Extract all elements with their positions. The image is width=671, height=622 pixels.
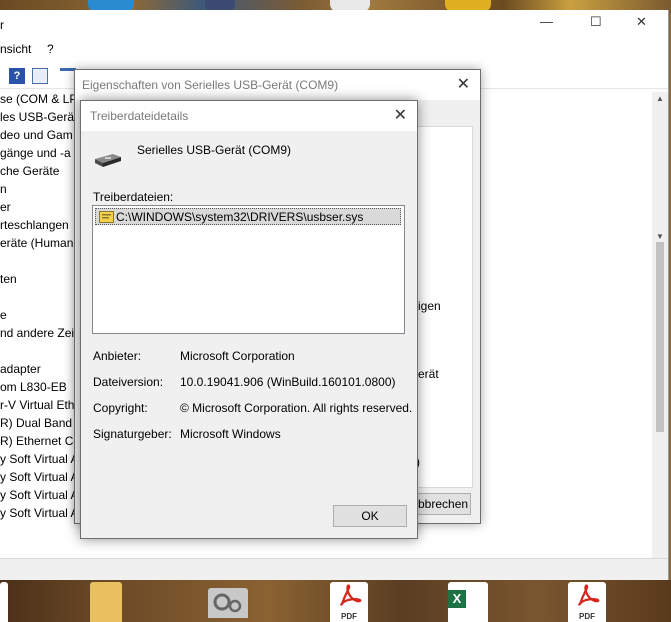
tree-item[interactable]: y Soft Virtual A [0, 452, 79, 466]
folder-icon[interactable] [90, 582, 122, 622]
window-title: r [0, 18, 4, 32]
copyright-label: Copyright: [93, 401, 148, 415]
close-icon[interactable]: ✕ [457, 74, 470, 94]
scroll-down-icon[interactable]: ▼ [656, 232, 664, 241]
status-bar [0, 558, 668, 581]
properties-icon[interactable] [32, 68, 48, 84]
tree-item[interactable]: y Soft Virtual A [0, 470, 79, 484]
copyright-value: © Microsoft Corporation. All rights rese… [180, 401, 413, 415]
scroll-thumb[interactable] [656, 242, 664, 432]
properties-titlebar: Eigenschaften von Serielles USB-Gerät (C… [75, 70, 480, 100]
taskbar: PDF X PDF [0, 580, 671, 622]
settings-icon[interactable] [208, 588, 248, 618]
cancel-button[interactable]: Abbrechen [409, 493, 471, 515]
clipped-text: igen [418, 299, 441, 313]
tree-item[interactable]: er [0, 200, 11, 214]
menu-view[interactable]: nsicht [0, 42, 31, 56]
device-manager-titlebar: r — ☐ ✕ [0, 10, 668, 40]
close-button[interactable]: ✕ [636, 14, 647, 30]
tree-item[interactable]: se (COM & LP [0, 92, 77, 106]
file-version-value: 10.0.19041.906 (WinBuild.160101.0800) [180, 375, 396, 389]
tree-item[interactable]: n [0, 182, 7, 196]
signer-label: Signaturgeber: [93, 427, 172, 441]
provider-label: Anbieter: [93, 349, 142, 363]
taskbar-app[interactable] [0, 582, 8, 622]
tree-item[interactable]: nd andere Zeig [0, 326, 81, 340]
tree-item[interactable]: R) Dual Band V [0, 416, 83, 430]
vertical-scrollbar[interactable]: ▲ ▼ [652, 92, 668, 562]
pdf-file-icon[interactable]: PDF [330, 582, 368, 622]
scroll-up-icon[interactable]: ▲ [656, 94, 664, 103]
list-item[interactable]: C:\WINDOWS\system32\DRIVERS\usbser.sys [95, 208, 401, 225]
tree-item[interactable]: eräte (Human [0, 236, 73, 250]
excel-icon: X [448, 590, 466, 608]
driver-file-icon [99, 211, 114, 223]
tree-item[interactable]: r-V Virtual Eth [0, 398, 74, 412]
provider-value: Microsoft Corporation [180, 349, 295, 363]
tree-item[interactable]: deo und Gam [0, 128, 73, 142]
tree-item[interactable]: les USB-Gerät [0, 110, 77, 124]
driver-details-dialog: Treiberdateidetails ✕ Serielles USB-Gerä… [80, 100, 418, 539]
tree-item[interactable]: rteschlangen [0, 218, 69, 232]
tree-item[interactable]: adapter [0, 362, 41, 376]
pdf-label: PDF [579, 612, 595, 621]
driver-files-label: Treiberdateien: [93, 190, 174, 204]
details-titlebar: Treiberdateidetails ✕ [81, 101, 417, 131]
file-version-label: Dateiversion: [93, 375, 164, 389]
usb-device-icon [95, 154, 121, 167]
tree-item[interactable]: e [0, 308, 7, 322]
signer-value: Microsoft Windows [180, 427, 281, 441]
device-name: Serielles USB-Gerät (COM9) [137, 143, 292, 157]
tree-item[interactable]: ten [0, 272, 17, 286]
tree-item[interactable]: R) Ethernet Co [0, 434, 80, 448]
ok-button[interactable]: OK [333, 505, 407, 527]
tree-item[interactable]: che Geräte [0, 164, 59, 178]
details-title: Treiberdateidetails [90, 109, 189, 123]
menu-help[interactable]: ? [47, 42, 54, 56]
driver-file-path: C:\WINDOWS\system32\DRIVERS\usbser.sys [116, 210, 364, 224]
tree-item[interactable]: om L830-EB [0, 380, 67, 394]
pdf-file-icon[interactable]: PDF [568, 582, 606, 622]
properties-panel: igen erät ) [409, 126, 473, 488]
clipped-text: erät [418, 367, 439, 381]
excel-file-icon[interactable]: X [448, 582, 488, 622]
minimize-button[interactable]: — [540, 14, 553, 29]
maximize-button[interactable]: ☐ [590, 14, 602, 30]
properties-title: Eigenschaften von Serielles USB-Gerät (C… [82, 78, 339, 92]
help-icon[interactable]: ? [9, 68, 25, 84]
tree-item[interactable]: gänge und -a [0, 146, 71, 160]
driver-files-list[interactable]: C:\WINDOWS\system32\DRIVERS\usbser.sys [92, 205, 405, 334]
close-icon[interactable]: ✕ [394, 105, 407, 125]
pdf-label: PDF [341, 612, 357, 621]
